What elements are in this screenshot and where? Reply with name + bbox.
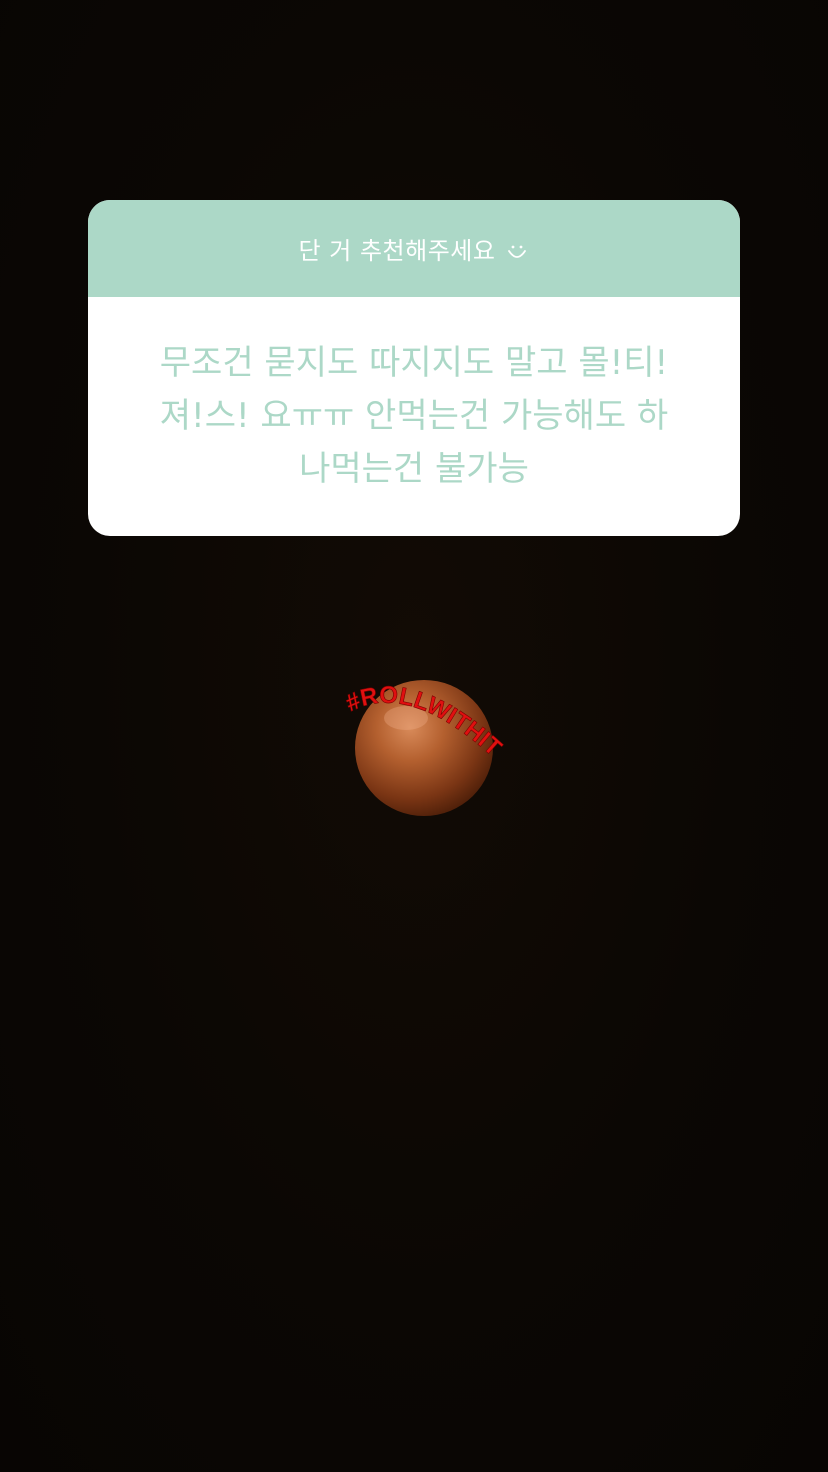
- answer-area: 무조건 묻지도 따지지도 말고 몰!티! 져!스! 요ㅠㅠ 안먹는건 가능해도 …: [88, 297, 740, 536]
- smile-icon: [505, 239, 529, 263]
- rollwithit-gif-sticker[interactable]: #ROLLWITHIT: [341, 672, 516, 820]
- question-header: 단 거 추천해주세요: [88, 200, 740, 297]
- question-prompt: 단 거 추천해주세요: [298, 237, 496, 265]
- answer-text: 무조건 묻지도 따지지도 말고 몰!티! 져!스! 요ㅠㅠ 안먹는건 가능해도 …: [159, 343, 669, 489]
- question-sticker[interactable]: 단 거 추천해주세요 무조건 묻지도 따지지도 말고 몰!티! 져!스! 요ㅠㅠ…: [88, 200, 740, 536]
